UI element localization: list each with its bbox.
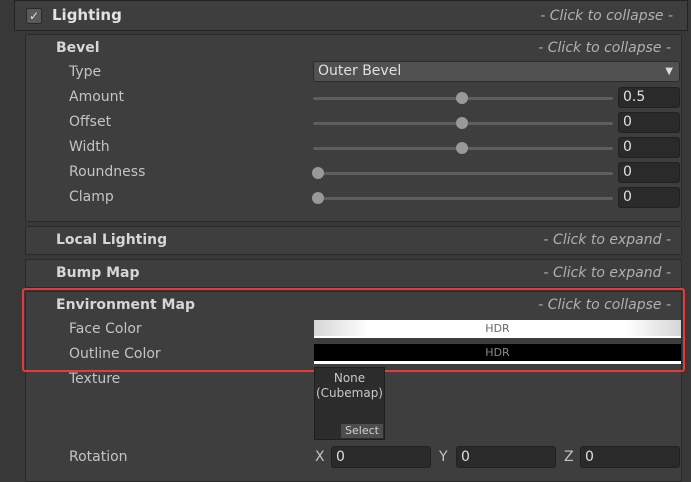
- lighting-title: Lighting: [52, 6, 122, 24]
- bevel-roundness-label: Roundness: [69, 164, 146, 180]
- local-lighting-expand-hint: - Click to expand -: [543, 232, 671, 248]
- rotation-label: Rotation: [69, 449, 128, 465]
- texture-label: Texture: [69, 371, 121, 387]
- texture-object-field[interactable]: None (Cubemap) Select: [314, 367, 385, 440]
- bevel-roundness-slider-thumb[interactable]: [312, 167, 324, 179]
- bevel-offset-input[interactable]: 0: [618, 112, 680, 133]
- inspector-root: ✓ Lighting - Click to collapse - Bevel -…: [0, 0, 691, 482]
- bevel-collapse-hint[interactable]: - Click to collapse -: [538, 40, 671, 56]
- rotation-x-input[interactable]: 0: [331, 446, 431, 468]
- bump-map-panel[interactable]: Bump Map - Click to expand -: [25, 259, 682, 288]
- bevel-clamp-slider-thumb[interactable]: [312, 192, 324, 204]
- bevel-title[interactable]: Bevel: [56, 40, 100, 56]
- lighting-enabled-checkbox[interactable]: ✓: [26, 8, 42, 24]
- bevel-clamp-slider-track[interactable]: [313, 197, 613, 200]
- local-lighting-panel[interactable]: Local Lighting - Click to expand -: [25, 226, 682, 255]
- bump-map-title: Bump Map: [56, 265, 140, 281]
- bevel-offset-slider-thumb[interactable]: [456, 117, 468, 129]
- bevel-width-label: Width: [69, 139, 110, 155]
- rotation-z-input[interactable]: 0: [580, 446, 680, 468]
- lighting-section-header[interactable]: ✓ Lighting - Click to collapse -: [14, 0, 688, 31]
- bevel-width-slider-thumb[interactable]: [456, 142, 468, 154]
- left-margin: [0, 0, 14, 482]
- rotation-z-label[interactable]: Z: [564, 449, 574, 465]
- rotation-y-label[interactable]: Y: [439, 449, 448, 465]
- bevel-amount-label: Amount: [69, 89, 125, 105]
- bevel-roundness-input[interactable]: 0: [618, 162, 680, 183]
- dropdown-arrow-icon: ▼: [665, 66, 673, 77]
- lighting-collapse-hint[interactable]: - Click to collapse -: [540, 8, 673, 24]
- rotation-x-label[interactable]: X: [315, 449, 325, 465]
- bevel-clamp-input[interactable]: 0: [618, 187, 680, 208]
- bevel-type-label: Type: [69, 64, 102, 80]
- bump-map-expand-hint: - Click to expand -: [543, 265, 671, 281]
- bevel-type-dropdown[interactable]: Outer Bevel ▼: [313, 61, 680, 82]
- bevel-offset-label: Offset: [69, 114, 112, 130]
- local-lighting-title: Local Lighting: [56, 232, 168, 248]
- rotation-y-input[interactable]: 0: [456, 446, 556, 468]
- bevel-amount-input[interactable]: 0.5: [618, 87, 680, 108]
- texture-none-text: None (Cubemap): [315, 371, 383, 400]
- highlight-annotation: [22, 288, 685, 372]
- bevel-type-value: Outer Bevel: [318, 63, 402, 79]
- texture-select-button[interactable]: Select: [341, 424, 383, 438]
- bevel-width-input[interactable]: 0: [618, 137, 680, 158]
- bevel-clamp-label: Clamp: [69, 189, 114, 205]
- bevel-roundness-slider-track[interactable]: [313, 172, 613, 175]
- bevel-amount-slider-thumb[interactable]: [456, 92, 468, 104]
